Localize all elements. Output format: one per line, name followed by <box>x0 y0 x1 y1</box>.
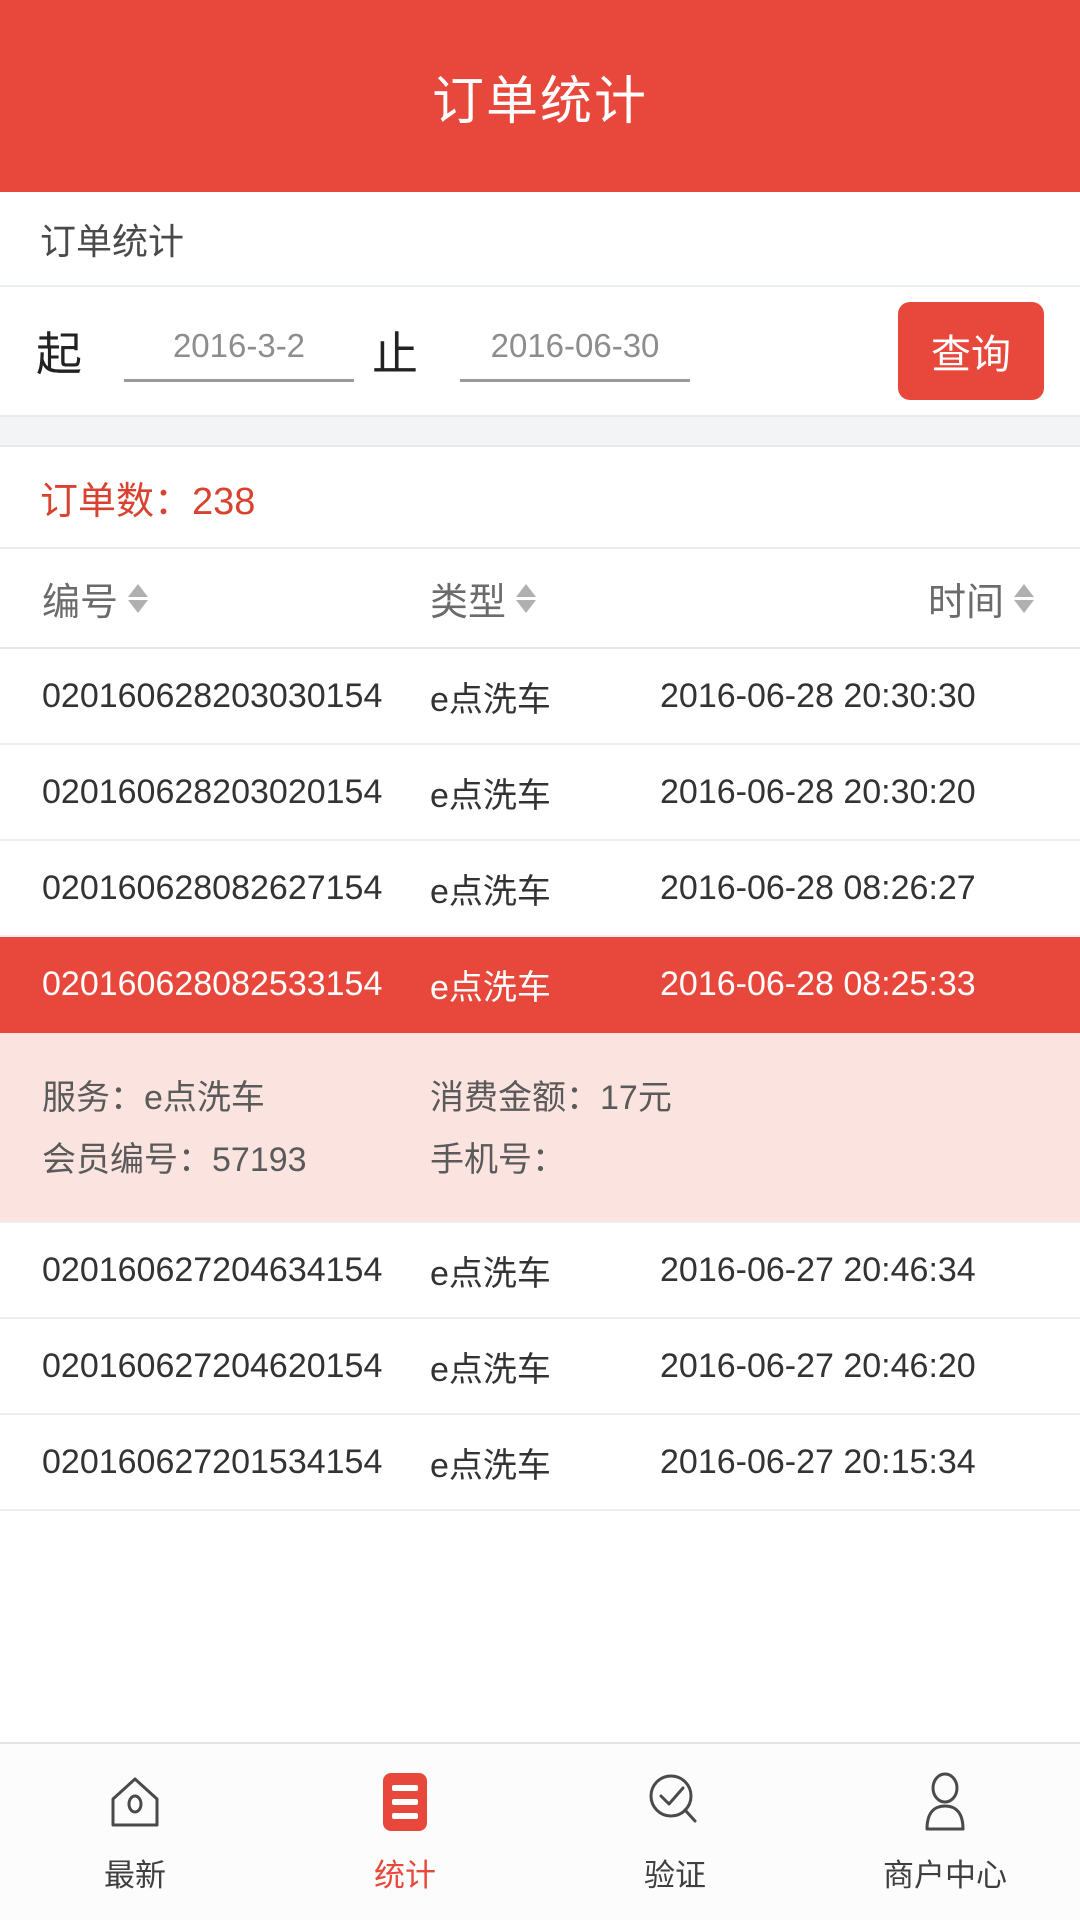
detail-member-id: 会员编号：57193 <box>42 1140 307 1179</box>
tab-latest[interactable]: 最新 <box>0 1744 270 1920</box>
cell-order-id: 020160627201534154 <box>42 1442 383 1481</box>
table-row[interactable]: 020160627201534154 e点洗车 2016-06-27 20:15:3… <box>0 1415 1080 1511</box>
column-header-id-label: 编号 <box>42 581 119 624</box>
table-row[interactable]: 020160628082627154 e点洗车 2016-06-28 08:26:2… <box>0 841 1080 937</box>
end-date-input[interactable]: 2016-06-30 <box>460 321 690 382</box>
cell-order-time: 2016-06-28 08:25:33 <box>660 964 976 1003</box>
cell-order-type: e点洗车 <box>430 776 551 815</box>
verify-icon <box>643 1770 707 1834</box>
detail-phone: 手机号： <box>430 1140 566 1179</box>
cell-order-type: e点洗车 <box>430 872 551 911</box>
table-row[interactable]: 020160628203030154 e点洗车 2016-06-28 20:30:3… <box>0 649 1080 745</box>
date-filter-bar: 起 2016-3-2 止 2016-06-30 查询 <box>0 287 1080 415</box>
bottom-tab-bar: 最新 统计 验证 商户中心 <box>0 1742 1080 1920</box>
cell-order-type: e点洗车 <box>430 1254 551 1293</box>
column-header-type[interactable]: 类型 <box>430 571 660 626</box>
orders-table: 编号 类型 时间 020160628203030154 e点洗车 2016-06-2… <box>0 549 1080 1742</box>
title-bar: 订单统计 <box>0 0 1080 192</box>
order-count-row: 订单数：238 <box>0 447 1080 549</box>
sort-arrows-icon[interactable] <box>1014 583 1034 613</box>
cell-order-type: e点洗车 <box>430 968 551 1007</box>
detail-line-service: 服务：e点洗车 消费金额：17元 <box>0 1063 1080 1125</box>
cell-order-id: 020160628203030154 <box>42 676 383 715</box>
cell-order-type: e点洗车 <box>430 1350 551 1389</box>
column-header-id[interactable]: 编号 <box>0 571 430 626</box>
order-count-text: 订单数：238 <box>40 480 256 523</box>
tab-merchant-center-label: 商户中心 <box>883 1857 1007 1893</box>
detail-amount: 消费金额：17元 <box>430 1078 672 1117</box>
section-divider <box>0 415 1080 447</box>
end-date-label: 止 <box>372 328 418 380</box>
column-header-time[interactable]: 时间 <box>660 571 1080 626</box>
table-row[interactable]: 020160628203020154 e点洗车 2016-06-28 20:30:2… <box>0 745 1080 841</box>
tab-verify-label: 验证 <box>644 1857 706 1893</box>
page-title: 订单统计 <box>431 72 648 131</box>
table-row[interactable]: 020160628082533154 e点洗车 2016-06-28 08:25:3… <box>0 937 1080 1033</box>
cell-order-id: 020160628082533154 <box>42 964 383 1003</box>
subtitle-label: 订单统计 <box>40 220 185 262</box>
sort-arrows-icon[interactable] <box>128 583 149 613</box>
home-icon <box>103 1770 167 1834</box>
tab-verify[interactable]: 验证 <box>540 1744 810 1920</box>
order-detail-panel: 服务：e点洗车 消费金额：17元会员编号：57193 手机号： <box>0 1033 1080 1223</box>
sort-arrows-icon[interactable] <box>516 583 537 613</box>
cell-order-id: 020160627204634154 <box>42 1250 383 1289</box>
table-row[interactable]: 020160627204634154 e点洗车 2016-06-27 20:46:3… <box>0 1223 1080 1319</box>
tab-latest-label: 最新 <box>104 1857 166 1893</box>
start-date-value: 2016-3-2 <box>172 326 306 364</box>
subtitle-bar: 订单统计 <box>0 192 1080 287</box>
detail-line-member: 会员编号：57193 手机号： <box>0 1125 1080 1187</box>
end-date-value: 2016-06-30 <box>490 326 660 364</box>
cell-order-time: 2016-06-28 08:26:27 <box>660 868 976 907</box>
query-button[interactable]: 查询 <box>898 302 1044 400</box>
cell-order-type: e点洗车 <box>430 680 551 719</box>
cell-order-time: 2016-06-28 20:30:30 <box>660 676 976 715</box>
tab-merchant-center[interactable]: 商户中心 <box>810 1744 1080 1920</box>
tab-statistics-label: 统计 <box>374 1857 436 1893</box>
start-date-label: 起 <box>36 328 82 380</box>
column-header-time-label: 时间 <box>927 581 1004 624</box>
detail-service: 服务：e点洗车 <box>42 1078 265 1117</box>
cell-order-id: 020160628082627154 <box>42 868 383 907</box>
tab-statistics[interactable]: 统计 <box>270 1744 540 1920</box>
cell-order-id: 020160627204620154 <box>42 1346 383 1385</box>
cell-order-time: 2016-06-27 20:15:34 <box>660 1442 976 1481</box>
cell-order-time: 2016-06-28 20:30:20 <box>660 772 976 811</box>
list-icon <box>373 1770 437 1834</box>
app-root: 订单统计 订单统计 起 2016-3-2 止 2016-06-30 查询 订单数… <box>0 0 1080 1920</box>
table-row[interactable]: 020160627204620154 e点洗车 2016-06-27 20:46:2… <box>0 1319 1080 1415</box>
person-icon <box>913 1770 977 1834</box>
cell-order-id: 020160628203020154 <box>42 772 383 811</box>
cell-order-type: e点洗车 <box>430 1446 551 1485</box>
table-header-row: 编号 类型 时间 <box>0 549 1080 649</box>
cell-order-time: 2016-06-27 20:46:20 <box>660 1346 976 1385</box>
table-body: 020160628203030154 e点洗车 2016-06-28 20:30:3… <box>0 649 1080 1511</box>
cell-order-time: 2016-06-27 20:46:34 <box>660 1250 976 1289</box>
start-date-input[interactable]: 2016-3-2 <box>124 321 354 382</box>
column-header-type-label: 类型 <box>430 581 507 624</box>
